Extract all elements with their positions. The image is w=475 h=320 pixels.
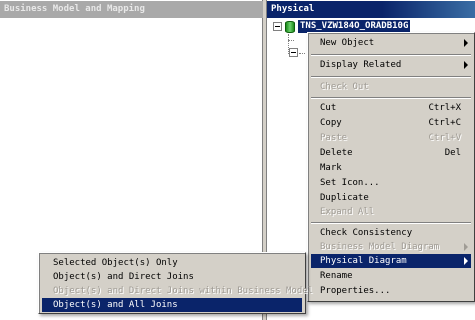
submenu-arrow-icon	[464, 39, 468, 47]
menu-item-label: Copy	[320, 118, 342, 128]
menu-item-label: Display Related	[320, 60, 402, 70]
submenu-arrow-icon	[464, 257, 468, 265]
physical-pane-title: Physical	[267, 1, 475, 18]
menu-item-label: Selected Object(s) Only	[53, 258, 178, 268]
submenu-item-objects-direct-joins[interactable]: Object(s) and Direct Joins	[42, 270, 302, 284]
menu-item-label: Physical Diagram	[320, 256, 407, 266]
menu-item-label: Properties...	[320, 286, 391, 296]
business-model-pane-title: Business Model and Mapping	[0, 1, 263, 18]
menu-separator	[311, 222, 471, 224]
menu-item-label: New Object	[320, 38, 375, 48]
menu-item-label: Set Icon...	[320, 178, 380, 188]
menu-item-label: Object(s) and Direct Joins within Busine…	[53, 286, 314, 296]
menu-item-duplicate[interactable]: Duplicate	[311, 191, 471, 205]
tree-connector-line	[288, 40, 294, 41]
menu-item-business-model-diagram: Business Model Diagram	[311, 240, 471, 254]
collapse-icon[interactable]	[289, 48, 298, 57]
menu-item-check-out: Check Out	[311, 80, 471, 94]
menu-item-label: Business Model Diagram	[320, 242, 440, 252]
submenu-arrow-icon	[464, 243, 468, 251]
menu-item-label: Rename	[320, 271, 353, 281]
menu-item-copy[interactable]: Copy Ctrl+C	[311, 116, 471, 130]
menu-item-expand-all: Expand All	[311, 205, 471, 219]
menu-item-rename[interactable]: Rename	[311, 269, 471, 283]
submenu-item-selected-objects-only[interactable]: Selected Object(s) Only	[42, 256, 302, 270]
menu-item-shortcut: Ctrl+X	[428, 103, 461, 113]
tree-connector-line	[299, 53, 305, 54]
submenu-arrow-icon	[464, 61, 468, 69]
menu-item-physical-diagram[interactable]: Physical Diagram	[311, 254, 471, 268]
menu-item-label: Check Out	[320, 82, 369, 92]
submenu-item-direct-joins-within-business-model: Object(s) and Direct Joins within Busine…	[42, 284, 313, 298]
context-menu[interactable]: New Object Display Related Check Out Cut…	[307, 32, 475, 302]
menu-item-label: Paste	[320, 133, 348, 143]
menu-item-display-related[interactable]: Display Related	[311, 58, 471, 72]
physical-diagram-submenu[interactable]: Selected Object(s) Only Object(s) and Di…	[38, 252, 313, 314]
menu-item-label: Check Consistency	[320, 228, 413, 238]
menu-item-shortcut: Del	[444, 148, 461, 158]
menu-item-paste: Paste Ctrl+V	[311, 131, 471, 145]
menu-item-delete[interactable]: Delete Del	[311, 146, 471, 160]
menu-item-label: Expand All	[320, 207, 375, 217]
menu-item-label: Object(s) and Direct Joins	[53, 272, 194, 282]
menu-item-label: Mark	[320, 163, 342, 173]
database-icon	[285, 20, 295, 33]
menu-item-shortcut: Ctrl+V	[428, 133, 461, 143]
collapse-icon[interactable]	[273, 22, 282, 31]
menu-item-cut[interactable]: Cut Ctrl+X	[311, 101, 471, 115]
menu-item-check-consistency[interactable]: Check Consistency	[311, 226, 471, 240]
menu-item-label: Delete	[320, 148, 353, 158]
menu-item-label: Object(s) and All Joins	[53, 300, 178, 310]
menu-item-shortcut: Ctrl+C	[428, 118, 461, 128]
menu-item-mark[interactable]: Mark	[311, 161, 471, 175]
menu-separator	[311, 54, 471, 56]
menu-separator	[311, 97, 471, 99]
tree-node-child[interactable]	[289, 48, 298, 57]
menu-item-properties[interactable]: Properties...	[311, 284, 471, 298]
submenu-item-objects-all-joins[interactable]: Object(s) and All Joins	[42, 298, 302, 312]
menu-item-set-icon[interactable]: Set Icon...	[311, 176, 471, 190]
menu-separator	[311, 76, 471, 78]
menu-item-label: Duplicate	[320, 193, 369, 203]
menu-item-new-object[interactable]: New Object	[311, 36, 471, 50]
menu-item-label: Cut	[320, 103, 337, 113]
